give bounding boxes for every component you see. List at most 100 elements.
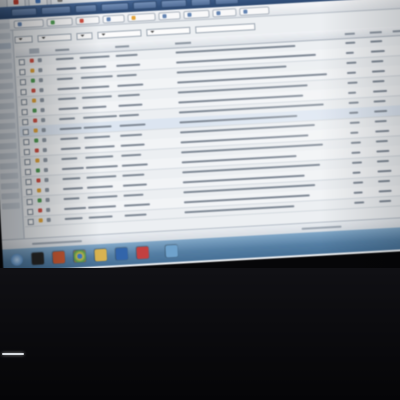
start-orb-icon[interactable] <box>10 253 24 267</box>
row-checkbox[interactable] <box>25 188 33 196</box>
cell-text <box>116 73 137 77</box>
toolbar-button[interactable] <box>158 10 181 21</box>
column-header[interactable] <box>369 31 382 34</box>
cell-text <box>58 107 79 111</box>
nav-item[interactable] <box>0 32 11 40</box>
header-button[interactable] <box>40 5 72 16</box>
row-checkbox[interactable] <box>22 128 29 136</box>
row-checkbox[interactable] <box>21 108 28 116</box>
nav-item[interactable] <box>0 132 17 140</box>
row-checkbox[interactable] <box>27 218 34 226</box>
cell-text <box>118 113 140 117</box>
nav-item[interactable] <box>0 92 14 100</box>
filter-select[interactable] <box>76 31 93 40</box>
row-checkbox[interactable] <box>24 168 32 176</box>
search-input[interactable] <box>195 22 256 33</box>
toolbar-button[interactable] <box>127 12 156 22</box>
filter-select[interactable] <box>37 32 72 42</box>
header-button[interactable] <box>100 2 130 12</box>
cell-text <box>374 109 388 113</box>
nav-item[interactable] <box>0 152 18 160</box>
column-header[interactable] <box>55 48 70 52</box>
toolbar-button[interactable] <box>75 15 100 25</box>
filter-select[interactable] <box>14 35 33 44</box>
nav-item[interactable] <box>0 22 10 30</box>
monitor-screen <box>0 0 400 274</box>
explorer-icon[interactable] <box>94 248 108 262</box>
toolbar-button[interactable] <box>239 5 270 16</box>
column-header[interactable] <box>392 29 400 33</box>
status-flag-icon <box>33 118 38 123</box>
chrome-icon[interactable] <box>73 249 87 263</box>
nav-item[interactable] <box>0 72 13 80</box>
header-button[interactable] <box>214 0 239 6</box>
column-header[interactable] <box>344 32 355 36</box>
header-button[interactable] <box>132 0 158 10</box>
cell-text <box>80 75 113 79</box>
header-button[interactable] <box>10 7 38 17</box>
outlook-icon[interactable] <box>115 247 129 261</box>
status-flag-icon <box>30 78 36 83</box>
nav-item[interactable] <box>0 162 18 170</box>
nav-item[interactable] <box>0 52 12 60</box>
nav-item[interactable] <box>0 122 16 130</box>
cell-text <box>57 87 80 91</box>
nav-item[interactable] <box>0 172 19 180</box>
column-header[interactable] <box>115 45 130 48</box>
column-header[interactable] <box>175 41 192 45</box>
attachment-icon <box>38 78 44 83</box>
cell-text <box>63 197 80 201</box>
nav-item[interactable] <box>0 142 17 150</box>
nav-item[interactable] <box>0 112 16 120</box>
attachment-icon <box>38 68 43 73</box>
status-flag-icon <box>36 188 42 193</box>
filter-select[interactable] <box>97 29 142 39</box>
row-checkbox[interactable] <box>26 198 33 206</box>
cell-text <box>56 67 77 71</box>
status-flag-icon <box>31 98 37 103</box>
nav-item[interactable] <box>0 102 15 110</box>
toolbar-button[interactable] <box>13 18 44 29</box>
network-icon[interactable] <box>165 244 178 258</box>
media-icon[interactable] <box>52 251 66 264</box>
status-flag-icon <box>29 58 34 63</box>
filter-select[interactable] <box>146 26 191 36</box>
row-checkbox[interactable] <box>27 208 34 216</box>
row-checkbox[interactable] <box>24 158 31 166</box>
attachment-icon <box>44 177 49 183</box>
paint-icon[interactable] <box>136 246 150 260</box>
row-checkbox[interactable] <box>25 178 32 186</box>
row-checkbox[interactable] <box>22 118 29 126</box>
nav-item[interactable] <box>0 42 12 50</box>
cell-text <box>371 69 385 73</box>
toolbar-button[interactable] <box>183 9 210 19</box>
nav-item[interactable] <box>0 182 19 190</box>
cell-text <box>56 77 73 81</box>
row-checkbox[interactable] <box>20 98 28 106</box>
nav-item[interactable] <box>0 62 13 70</box>
chevron-down-icon <box>101 33 106 36</box>
header-button[interactable] <box>190 0 211 7</box>
cell-text <box>88 215 113 219</box>
row-checkbox[interactable] <box>20 89 27 96</box>
row-checkbox[interactable] <box>19 69 26 76</box>
console-icon[interactable] <box>31 252 45 265</box>
header-button[interactable] <box>160 0 188 9</box>
row-checkbox[interactable] <box>23 148 31 156</box>
attachment-icon <box>46 207 51 213</box>
row-checkbox[interactable] <box>23 138 30 146</box>
column-header[interactable] <box>29 48 40 54</box>
cell-text <box>353 181 364 184</box>
cell-text <box>379 199 392 203</box>
nav-item[interactable] <box>0 82 14 90</box>
toolbar-button[interactable] <box>212 7 237 17</box>
header-button[interactable] <box>74 3 98 14</box>
status-flag-icon <box>38 218 43 223</box>
row-checkbox[interactable] <box>19 79 27 86</box>
attachment-icon <box>39 88 44 93</box>
nav-item[interactable] <box>1 192 20 200</box>
nav-item[interactable] <box>1 202 21 210</box>
toolbar-button[interactable] <box>102 13 125 24</box>
row-checkbox[interactable] <box>18 59 26 66</box>
toolbar-button[interactable] <box>46 16 73 27</box>
